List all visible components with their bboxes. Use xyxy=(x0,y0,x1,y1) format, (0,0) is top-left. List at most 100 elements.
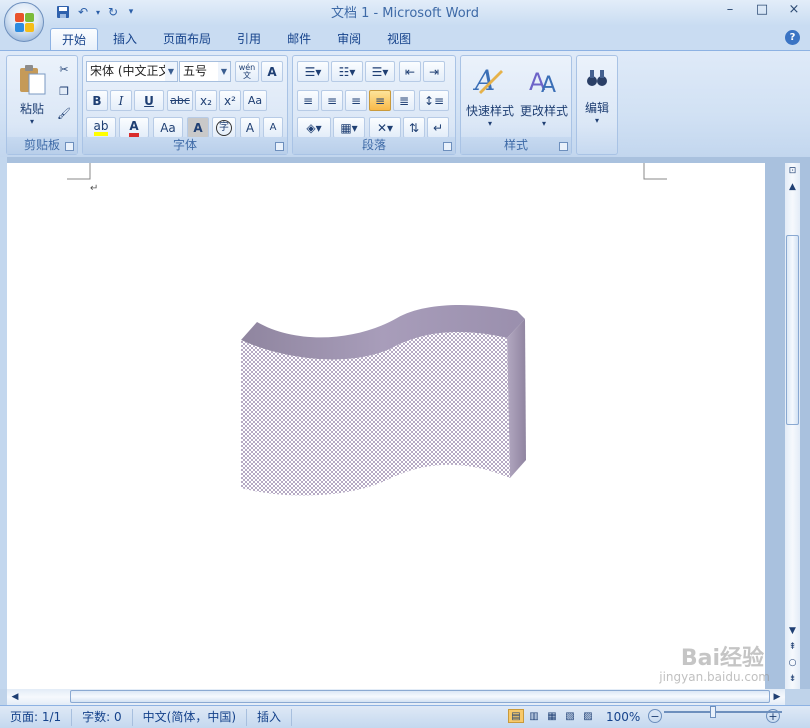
strikethrough-button[interactable]: abc xyxy=(167,90,193,111)
borders-button[interactable]: ▦▾ xyxy=(333,117,365,138)
ruler-toggle-icon[interactable]: ⊡ xyxy=(786,164,799,178)
editing-button[interactable]: 编辑 ▾ xyxy=(579,60,615,132)
office-button[interactable] xyxy=(4,2,44,42)
phonetic-guide-button[interactable]: wén 文 xyxy=(235,61,259,82)
multilevel-list-button[interactable]: ☰▾ xyxy=(365,61,395,82)
copy-icon[interactable]: ❐ xyxy=(55,82,73,100)
scroll-up-icon[interactable]: ▲ xyxy=(786,180,799,194)
view-web-layout-icon[interactable]: ▦ xyxy=(544,709,560,723)
align-left-button[interactable]: ≡ xyxy=(297,90,319,111)
page-count[interactable]: 页面: 1/1 xyxy=(0,708,73,726)
binoculars-icon xyxy=(587,70,607,86)
clear-formatting-button[interactable]: A xyxy=(261,61,283,82)
previous-page-icon[interactable]: ⇞ xyxy=(786,640,799,654)
bold-button[interactable]: B xyxy=(86,90,108,111)
tab-view[interactable]: 视图 xyxy=(376,28,422,51)
show-marks-button[interactable]: ↵ xyxy=(427,117,449,138)
zoom-out-icon[interactable]: − xyxy=(648,709,662,723)
increase-indent-button[interactable]: ⇥ xyxy=(423,61,445,82)
wave-3d-shape[interactable] xyxy=(7,163,765,689)
chevron-down-icon: ▾ xyxy=(594,116,599,125)
scroll-right-icon[interactable]: ▶ xyxy=(770,690,784,704)
horizontal-scroll-thumb[interactable] xyxy=(70,690,770,703)
change-case-button[interactable]: Aa xyxy=(153,117,183,138)
select-browse-object-icon[interactable]: ○ xyxy=(786,656,799,670)
italic-button[interactable]: I xyxy=(110,90,132,111)
help-icon[interactable]: ? xyxy=(785,30,800,45)
styles-launcher-icon[interactable] xyxy=(559,142,568,151)
subscript-button[interactable]: x₂ xyxy=(195,90,217,111)
minimize-button[interactable]: – xyxy=(714,0,746,20)
zoom-level[interactable]: 100% xyxy=(606,710,640,724)
tab-references[interactable]: 引用 xyxy=(226,28,272,51)
zoom-in-icon[interactable]: + xyxy=(766,709,780,723)
chevron-down-icon: ▾ xyxy=(487,119,492,128)
next-page-icon[interactable]: ⇟ xyxy=(786,672,799,686)
cut-icon[interactable]: ✂ xyxy=(55,60,73,78)
status-bar: 页面: 1/1 字数: 0 中文(简体，中国) 插入 xyxy=(0,705,810,728)
ribbon-tabs: 开始 插入 页面布局 引用 邮件 审阅 视图 ? xyxy=(0,26,810,51)
tab-insert[interactable]: 插入 xyxy=(102,28,148,51)
bullets-button[interactable]: ☰▾ xyxy=(297,61,329,82)
paragraph-launcher-icon[interactable] xyxy=(443,142,452,151)
justify-button[interactable]: ≡ xyxy=(369,90,391,111)
line-spacing-button[interactable]: ↕≡ xyxy=(419,90,449,111)
scroll-left-icon[interactable]: ◀ xyxy=(8,690,22,704)
view-outline-icon[interactable]: ▧ xyxy=(562,709,578,723)
character-shading-button[interactable]: A xyxy=(187,117,209,138)
tab-mailings[interactable]: 邮件 xyxy=(276,28,322,51)
maximize-button[interactable]: □ xyxy=(746,0,778,20)
close-button[interactable]: × xyxy=(778,0,810,20)
highlight-button[interactable]: ab xyxy=(86,117,116,138)
shading-button[interactable]: ◈▾ xyxy=(297,117,331,138)
enclose-characters-button[interactable]: 字 xyxy=(212,117,236,138)
tab-home[interactable]: 开始 xyxy=(50,28,99,51)
svg-text:A: A xyxy=(541,73,556,96)
scroll-down-icon[interactable]: ▼ xyxy=(786,624,799,638)
grow-font-button[interactable]: A xyxy=(240,117,260,138)
align-right-button[interactable]: ≡ xyxy=(345,90,367,111)
zoom-slider-knob[interactable] xyxy=(710,706,716,718)
watermark-url: jingyan.baidu.com xyxy=(659,670,770,684)
distributed-button[interactable]: ≣ xyxy=(393,90,415,111)
tab-page-layout[interactable]: 页面布局 xyxy=(152,28,222,51)
quick-styles-icon: A xyxy=(473,64,503,96)
font-launcher-icon[interactable] xyxy=(275,142,284,151)
title-bar: ↶ ▾ ↻ ▾ 文档 1 - Microsoft Word – □ × xyxy=(0,0,810,26)
zoom-slider[interactable] xyxy=(664,711,782,713)
numbering-button[interactable]: ☷▾ xyxy=(331,61,363,82)
watermark-brand: Bai经验 xyxy=(680,646,764,671)
change-styles-button[interactable]: AA 更改样式 ▾ xyxy=(517,60,571,132)
clipboard-group: 粘贴 ▾ ✂ ❐ 🖌 剪贴板 xyxy=(6,55,78,155)
shrink-font-button[interactable]: A xyxy=(263,117,283,138)
font-size-value: 五号 xyxy=(183,64,208,78)
quick-styles-button[interactable]: A 快速样式 ▾ xyxy=(463,60,517,132)
decrease-indent-button[interactable]: ⇤ xyxy=(399,61,421,82)
paragraph-group-label: 段落 xyxy=(293,137,455,154)
view-full-screen-icon[interactable]: ▥ xyxy=(526,709,542,723)
font-name-combo[interactable]: 宋体 (中文正文) ▼ xyxy=(86,61,178,82)
vertical-scroll-thumb[interactable] xyxy=(786,235,799,425)
language-indicator[interactable]: 中文(简体，中国) xyxy=(133,708,248,726)
view-draft-icon[interactable]: ▨ xyxy=(580,709,596,723)
align-center-button[interactable]: ≡ xyxy=(321,90,343,111)
superscript-button[interactable]: x² xyxy=(219,90,241,111)
paste-button[interactable]: 粘贴 ▾ xyxy=(11,60,53,130)
insert-mode[interactable]: 插入 xyxy=(247,708,293,726)
word-count[interactable]: 字数: 0 xyxy=(72,708,133,726)
clear-format-icon[interactable]: Aa xyxy=(243,90,267,111)
font-group-label: 字体 xyxy=(83,137,287,154)
view-print-layout-icon[interactable]: ▤ xyxy=(508,709,524,723)
format-painter-icon[interactable]: 🖌 xyxy=(55,104,73,122)
chinese-layout-button[interactable]: ✕▾ xyxy=(369,117,401,138)
paste-dropdown-icon: ▾ xyxy=(29,117,34,126)
document-page[interactable]: ↵ xyxy=(7,163,765,689)
quick-styles-label: 快速样式 xyxy=(465,104,514,118)
underline-button[interactable]: U xyxy=(134,90,164,111)
chevron-down-icon: ▾ xyxy=(541,119,546,128)
font-size-combo[interactable]: 五号 ▼ xyxy=(179,61,231,82)
tab-review[interactable]: 审阅 xyxy=(326,28,372,51)
font-color-button[interactable]: A xyxy=(119,117,149,138)
clipboard-launcher-icon[interactable] xyxy=(65,142,74,151)
sort-button[interactable]: ⇅ xyxy=(403,117,425,138)
